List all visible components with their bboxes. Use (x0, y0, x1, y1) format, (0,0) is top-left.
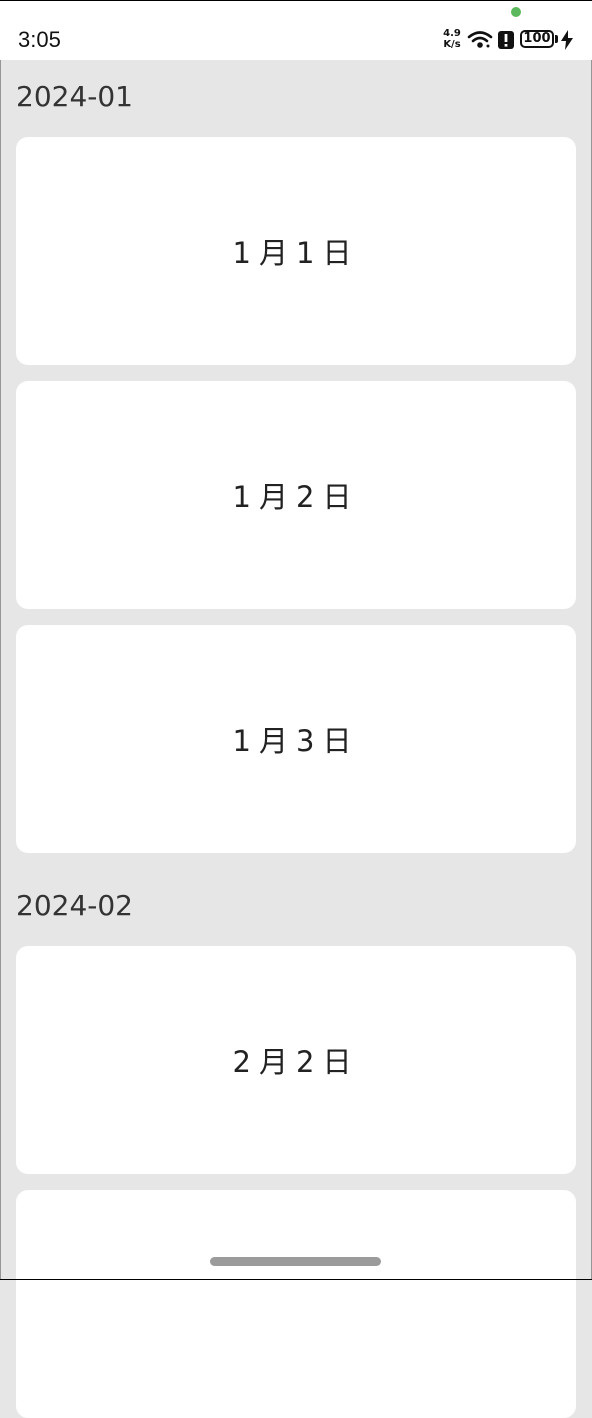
network-speed: 4.9 K/s (440, 28, 464, 50)
card-date-label: 1月1日 (232, 236, 360, 270)
section-title-2024-01: 2024-01 (16, 80, 133, 113)
list-item-card[interactable]: 1月3日 (16, 625, 576, 853)
battery-tip (555, 35, 558, 43)
list-item-card[interactable] (16, 1190, 576, 1418)
frame-left-border (0, 0, 1, 1280)
home-indicator-bar[interactable] (210, 1257, 381, 1266)
wifi-icon (467, 31, 493, 48)
section-title-2024-02: 2024-02 (16, 889, 133, 922)
list-item-card[interactable]: 2月2日 (16, 946, 576, 1174)
camera-indicator-dot (511, 7, 521, 17)
card-date-label: 2月2日 (232, 1045, 360, 1079)
card-date-label: 1月2日 (232, 480, 360, 514)
list-item-card[interactable]: 1月1日 (16, 137, 576, 365)
status-bar: 3:05 4.9 K/s 100 (0, 1, 592, 60)
network-speed-unit: K/s (443, 39, 461, 50)
network-speed-value: 4.9 (443, 28, 461, 39)
status-time: 3:05 (18, 27, 61, 52)
alert-icon (498, 31, 514, 49)
list-item-card[interactable]: 1月2日 (16, 381, 576, 609)
charge-icon (561, 30, 573, 50)
battery-icon: 100 (520, 30, 554, 48)
card-date-label: 1月3日 (232, 724, 360, 758)
